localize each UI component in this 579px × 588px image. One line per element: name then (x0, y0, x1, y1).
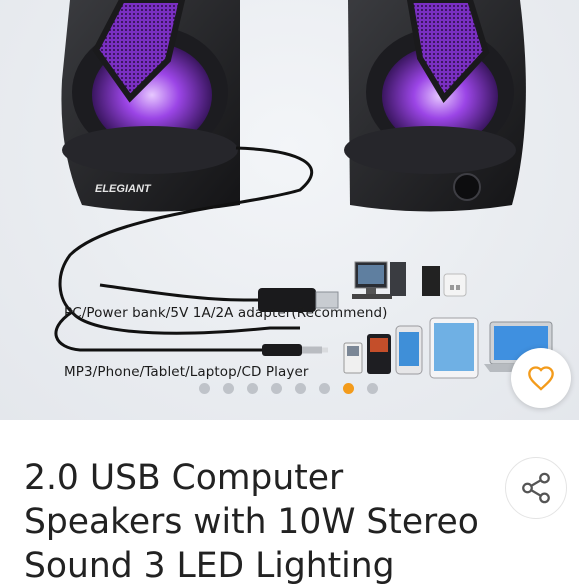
power-source-caption: PC/Power bank/5V 1A/2A adapter(Recommend… (64, 305, 388, 321)
carousel-dot-active[interactable] (343, 383, 354, 394)
carousel-dot[interactable] (295, 383, 306, 394)
heart-outline-icon (528, 366, 554, 391)
audio-jack (262, 344, 328, 356)
carousel-dot[interactable] (247, 383, 258, 394)
audio-source-caption: MP3/Phone/Tablet/Laptop/CD Player (64, 364, 309, 380)
share-button[interactable] (505, 457, 567, 519)
share-icon (522, 472, 550, 504)
favorite-button[interactable] (511, 348, 571, 408)
power-sources (352, 261, 467, 299)
product-photo: ELEGIANT (54, 0, 558, 379)
right-speaker (344, 0, 526, 212)
carousel-dot[interactable] (271, 383, 282, 394)
product-image-gallery[interactable]: ELEGIANT PC/Power bank/5V 1A/2A adapter(… (0, 0, 579, 420)
carousel-dot[interactable] (367, 383, 378, 394)
carousel-dot[interactable] (319, 383, 330, 394)
carousel-dot[interactable] (223, 383, 234, 394)
product-title: 2.0 USB Computer Speakers with 10W Stere… (24, 458, 479, 586)
carousel-indicator (0, 383, 579, 395)
left-speaker: ELEGIANT (61, 0, 240, 212)
carousel-dot[interactable] (199, 383, 210, 394)
volume-knob (453, 173, 481, 201)
brand-logo: ELEGIANT (95, 183, 152, 195)
